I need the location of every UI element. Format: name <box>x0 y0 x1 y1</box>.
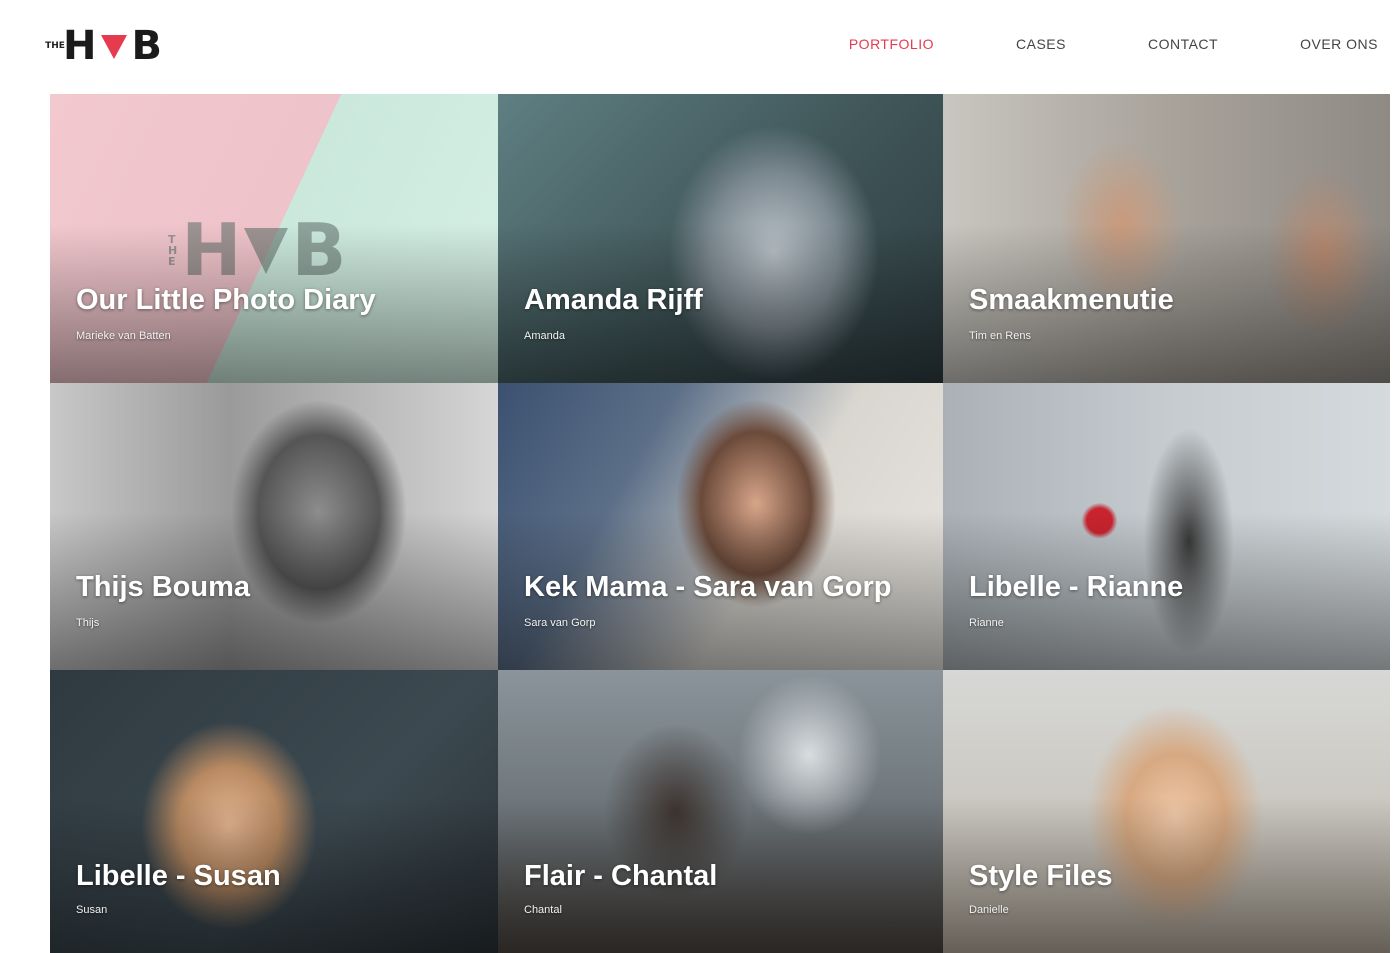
portfolio-tile-smaakmenutie[interactable]: Smaakmenutie Tim en Rens <box>943 94 1390 383</box>
tile-title: Flair - Chantal <box>524 860 718 892</box>
tile-subtitle: Danielle <box>969 904 1009 916</box>
tile-title: Thijs Bouma <box>76 571 251 603</box>
portfolio-tile-libelle-susan[interactable]: Libelle - Susan Susan <box>50 670 498 953</box>
nav-cases[interactable]: CASES <box>1016 36 1066 53</box>
tile-subtitle: Marieke van Batten <box>76 330 171 342</box>
nav-contact[interactable]: CONTACT <box>1148 36 1218 53</box>
portfolio-tile-thijs-bouma[interactable]: Thijs Bouma Thijs <box>50 383 498 670</box>
tile-subtitle: Chantal <box>524 904 562 916</box>
portfolio-tile-libelle-rianne[interactable]: Libelle - Rianne Rianne <box>943 383 1390 670</box>
portfolio-grid: THE H B Our Little Photo Diary Marieke v… <box>50 94 1390 953</box>
main-nav: PORTFOLIO CASES CONTACT OVER ONS <box>767 36 1378 53</box>
portfolio-tile-amanda-rijff[interactable]: Amanda Rijff Amanda <box>498 94 943 383</box>
logo-letter-b: B <box>131 23 163 69</box>
portfolio-tile-kek-mama-sara-van-gorp[interactable]: Kek Mama - Sara van Gorp Sara van Gorp <box>498 383 943 670</box>
tile-title: Kek Mama - Sara van Gorp <box>524 571 892 603</box>
logo-letter-h: H <box>63 23 98 69</box>
tile-subtitle: Tim en Rens <box>969 330 1031 342</box>
tile-title: Libelle - Rianne <box>969 571 1184 603</box>
tile-title: Style Files <box>969 860 1113 892</box>
tile-title: Smaakmenutie <box>969 284 1174 316</box>
tile-subtitle: Rianne <box>969 617 1004 629</box>
portfolio-tile-style-files[interactable]: Style Files Danielle <box>943 670 1390 953</box>
tile-subtitle: Sara van Gorp <box>524 617 596 629</box>
tile-subtitle: Amanda <box>524 330 565 342</box>
heart-icon <box>97 26 131 66</box>
tile-title: Our Little Photo Diary <box>76 284 376 316</box>
nav-portfolio[interactable]: PORTFOLIO <box>849 36 934 53</box>
nav-over-ons[interactable]: OVER ONS <box>1300 36 1378 53</box>
tile-subtitle: Susan <box>76 904 108 916</box>
portfolio-tile-flair-chantal[interactable]: Flair - Chantal Chantal <box>498 670 943 953</box>
site-header: THE H B PORTFOLIO CASES CONTACT OVER ONS <box>0 0 1400 92</box>
site-logo[interactable]: THE H B <box>45 23 163 69</box>
tile-subtitle: Thijs <box>76 617 100 629</box>
tile-title: Libelle - Susan <box>76 860 281 892</box>
logo-the-text: THE <box>45 40 65 51</box>
tile-title: Amanda Rijff <box>524 284 703 316</box>
portfolio-tile-our-little-photo-diary[interactable]: THE H B Our Little Photo Diary Marieke v… <box>50 94 498 383</box>
